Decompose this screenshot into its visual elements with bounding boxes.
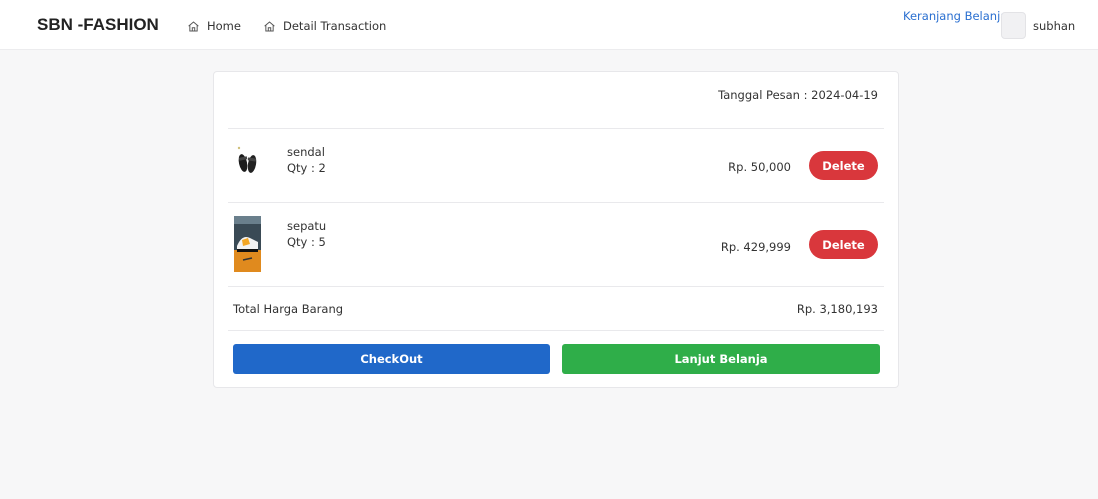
shoe-box-thumbnail: [234, 216, 261, 272]
delete-item-button[interactable]: Delete: [809, 230, 878, 259]
cart-item: sepatu Qty : 5 Rp. 429,999 Delete: [214, 203, 898, 277]
item-price: Rp. 50,000: [728, 160, 791, 174]
nav-home-link[interactable]: Home: [187, 19, 241, 33]
navbar: SBN -FASHION Home Detail Transaction Ker…: [0, 0, 1098, 50]
divider: [228, 286, 884, 287]
total-value: Rp. 3,180,193: [796, 302, 878, 316]
item-name: sendal: [287, 145, 325, 159]
avatar[interactable]: [1001, 12, 1026, 39]
brand-logo[interactable]: SBN -FASHION: [37, 15, 159, 35]
item-price: Rp. 429,999: [720, 240, 791, 254]
cart-item: sendal Qty : 2 Rp. 50,000 Delete: [214, 129, 898, 203]
home-icon: [188, 20, 199, 31]
cart-link[interactable]: Keranjang Belanja: [903, 9, 1007, 23]
username[interactable]: subhan: [1033, 19, 1075, 33]
nav-detail-transaction-label: Detail Transaction: [283, 19, 387, 33]
transaction-card: Tanggal Pesan : 2024-04-19 sendal Qty : …: [213, 71, 899, 388]
delete-item-button[interactable]: Delete: [809, 151, 878, 180]
item-qty: Qty : 5: [287, 235, 326, 249]
sandal-thumbnail: [234, 145, 260, 175]
continue-shopping-button[interactable]: Lanjut Belanja: [562, 344, 880, 374]
divider: [228, 330, 884, 331]
home-icon: [264, 20, 275, 31]
order-date: Tanggal Pesan : 2024-04-19: [718, 88, 878, 102]
checkout-button[interactable]: CheckOut: [233, 344, 550, 374]
nav-home-label: Home: [207, 19, 241, 33]
nav-detail-transaction-link[interactable]: Detail Transaction: [263, 19, 386, 33]
total-label: Total Harga Barang: [233, 302, 344, 316]
item-name: sepatu: [287, 219, 327, 233]
item-qty: Qty : 2: [287, 161, 326, 175]
